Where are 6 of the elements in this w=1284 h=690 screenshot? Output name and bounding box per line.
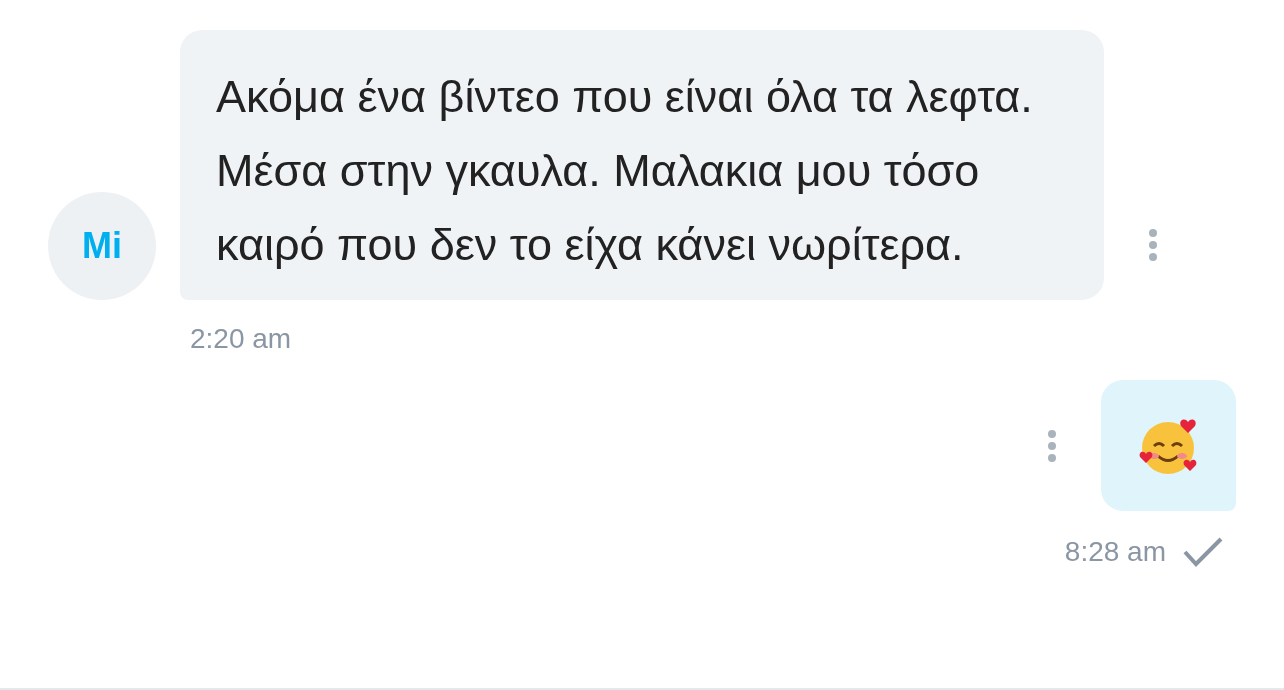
message-bubble: Ακόμα ένα βίντεο που είναι όλα τα λεφτα. Μέσα στην γκαυλα. Μαλακια μου τόσο καιρό που δεν το είχα κάνει νωρίτερα. <box>180 30 1104 300</box>
message-time: 8:28 am <box>1064 535 1166 569</box>
more-options-icon[interactable] <box>1148 228 1158 262</box>
more-options-icon[interactable] <box>1047 428 1057 463</box>
message-time: 2:20 am <box>190 322 292 356</box>
avatar: Mi <box>48 192 156 300</box>
